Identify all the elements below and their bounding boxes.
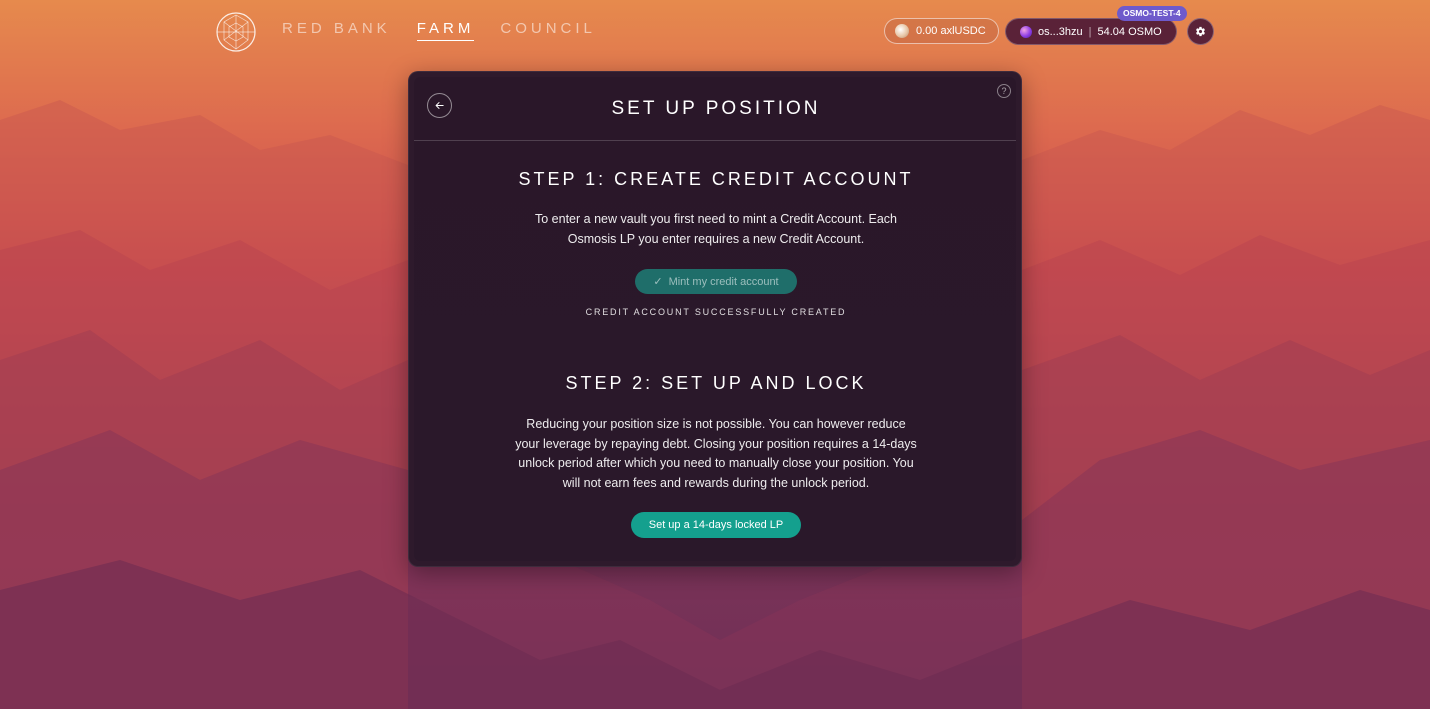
usdc-balance-label: 0.00 axlUSDC bbox=[916, 25, 986, 37]
top-navigation-bar: RED BANK FARM COUNCIL 0.00 axlUSDC os...… bbox=[0, 0, 1430, 62]
setup-position-card: ? SET UP POSITION STEP 1: CREATE CREDIT … bbox=[408, 71, 1022, 567]
settings-button[interactable] bbox=[1187, 18, 1214, 45]
usdc-coin-icon bbox=[895, 24, 909, 38]
mint-button-label: Mint my credit account bbox=[668, 275, 779, 288]
setup-locked-lp-button[interactable]: Set up a 14-days locked LP bbox=[631, 512, 801, 538]
wallet-address: os...3hzu bbox=[1038, 25, 1083, 38]
nav-item-red-bank[interactable]: RED BANK bbox=[282, 20, 391, 41]
usdc-balance-button[interactable]: 0.00 axlUSDC bbox=[884, 18, 999, 44]
wallet-button[interactable]: os...3hzu | 54.04 OSMO bbox=[1005, 18, 1177, 45]
network-badge: OSMO-TEST-4 bbox=[1117, 6, 1187, 21]
mars-logo-icon[interactable] bbox=[216, 12, 256, 52]
step2-description: Reducing your position size is not possi… bbox=[515, 417, 917, 490]
wallet-separator: | bbox=[1088, 25, 1092, 38]
step1-title: STEP 1: CREATE CREDIT ACCOUNT bbox=[518, 169, 914, 189]
lock-button-label: Set up a 14-days locked LP bbox=[648, 519, 784, 531]
main-nav: RED BANK FARM COUNCIL bbox=[282, 20, 596, 41]
gear-icon bbox=[1196, 26, 1205, 37]
page-title: SET UP POSITION bbox=[611, 98, 821, 119]
nav-item-farm[interactable]: FARM bbox=[416, 20, 475, 41]
mint-credit-account-button[interactable]: ✓ Mint my credit account bbox=[635, 269, 797, 294]
help-icon[interactable]: ? bbox=[997, 84, 1011, 98]
check-icon: ✓ bbox=[653, 276, 663, 288]
nav-item-council[interactable]: COUNCIL bbox=[500, 20, 596, 41]
title-divider bbox=[414, 140, 1016, 141]
wallet-balance: 54.04 OSMO bbox=[1097, 25, 1162, 38]
step2-title: STEP 2: SET UP AND LOCK bbox=[565, 373, 867, 393]
step1-description: To enter a new vault you first need to m… bbox=[535, 212, 897, 246]
credit-account-status: CREDIT ACCOUNT SUCCESSFULLY CREATED bbox=[585, 307, 847, 317]
osmo-token-icon bbox=[1020, 25, 1032, 38]
